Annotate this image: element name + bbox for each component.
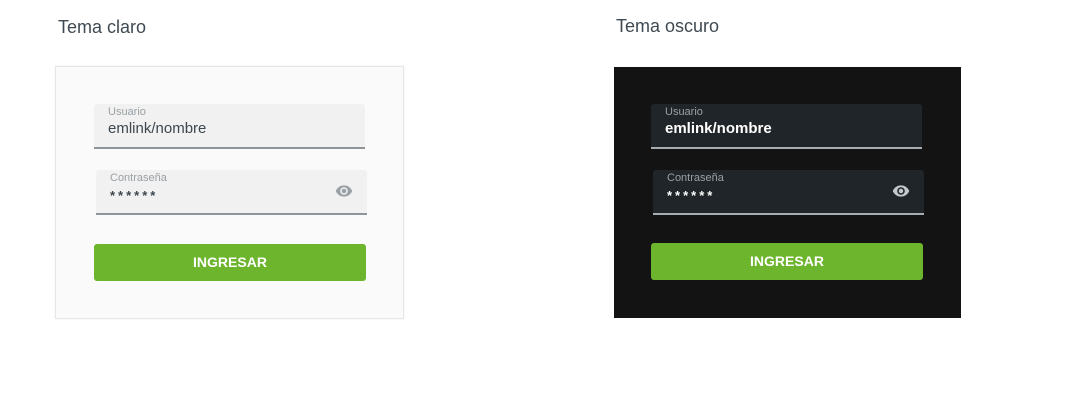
- username-field[interactable]: Usuario emlink/nombre: [651, 104, 922, 149]
- dark-theme-title: Tema oscuro: [616, 16, 720, 36]
- dark-login-card: Usuario emlink/nombre Contraseña ****** …: [614, 67, 961, 318]
- username-field[interactable]: Usuario emlink/nombre: [94, 104, 365, 149]
- password-label: Contraseña: [110, 172, 167, 184]
- login-button[interactable]: INGRESAR: [94, 244, 366, 281]
- username-input[interactable]: emlink/nombre: [108, 120, 308, 137]
- light-theme-title: Tema claro: [58, 17, 147, 37]
- light-login-card: Usuario emlink/nombre Contraseña ****** …: [55, 66, 404, 319]
- password-label: Contraseña: [667, 172, 724, 184]
- eye-icon[interactable]: [890, 182, 912, 200]
- login-button[interactable]: INGRESAR: [651, 243, 923, 280]
- username-input[interactable]: emlink/nombre: [665, 120, 865, 137]
- password-field[interactable]: Contraseña ******: [653, 170, 924, 215]
- username-label: Usuario: [665, 106, 703, 118]
- password-input[interactable]: ******: [110, 188, 310, 203]
- password-field[interactable]: Contraseña ******: [96, 170, 367, 215]
- password-input[interactable]: ******: [667, 188, 867, 203]
- eye-icon[interactable]: [333, 182, 355, 200]
- username-label: Usuario: [108, 106, 146, 118]
